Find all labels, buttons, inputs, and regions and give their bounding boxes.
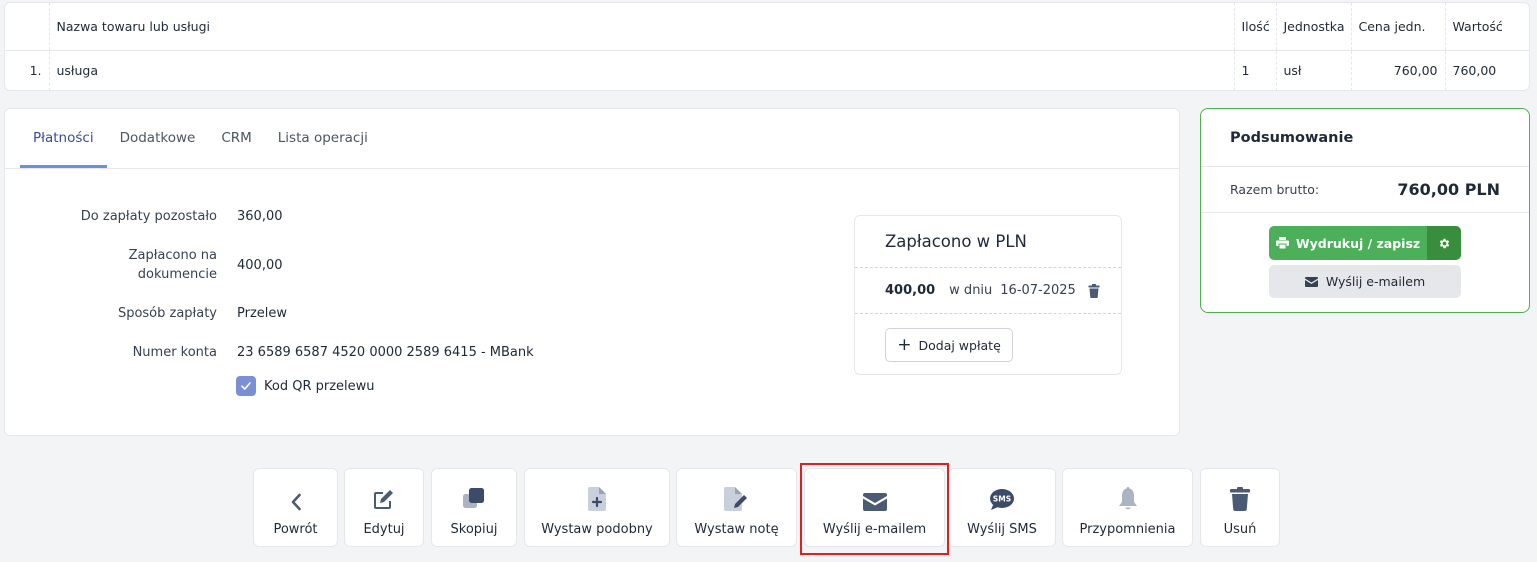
cell-unit: usł xyxy=(1276,50,1352,90)
copy-label: Skopiuj xyxy=(450,522,498,537)
print-save-label: Wydrukuj / zapisz xyxy=(1295,235,1421,251)
cell-value: 760,00 xyxy=(1452,63,1497,79)
add-payment-button[interactable]: + Dodaj wpłatę xyxy=(885,328,1013,362)
paid-card-title: Zapłacono w PLN xyxy=(855,216,1121,268)
method-label: Sposób zapłaty xyxy=(117,306,217,321)
col-header-unit: Jednostka xyxy=(1276,3,1352,51)
send-sms-button[interactable]: SMS Wyślij SMS xyxy=(948,468,1056,547)
tab-additional[interactable]: Dodatkowe xyxy=(107,109,209,168)
qr-label: Kod QR przelewu xyxy=(264,378,375,394)
print-save-button[interactable]: Wydrukuj / zapisz xyxy=(1269,226,1427,260)
gross-total-row: Razem brutto: 760,00 PLN xyxy=(1201,167,1529,213)
envelope-icon xyxy=(1304,276,1318,287)
remaining-value: 360,00 xyxy=(237,209,283,224)
reminders-label: Przypomnienia xyxy=(1079,522,1176,537)
method-row: Sposób zapłaty Przelew xyxy=(5,304,605,323)
file-edit-icon xyxy=(723,469,750,511)
account-row: Numer konta 23 6589 6587 4520 0000 2589 … xyxy=(5,343,605,362)
printer-icon xyxy=(1275,237,1289,249)
col-header-price: Cena jedn. xyxy=(1351,3,1446,51)
payment-date: 16-07-2025 xyxy=(1000,283,1076,298)
payment-entry: 400,00 w dniu 16-07-2025 xyxy=(855,268,1121,314)
cell-price: 760,00 xyxy=(1351,50,1446,90)
cell-qty: 1 xyxy=(1234,50,1277,90)
col-header-qty: Ilość xyxy=(1234,3,1277,51)
paid-in-pln-card: Zapłacono w PLN 400,00 w dniu 16-07-2025… xyxy=(854,215,1122,375)
method-value: Przelew xyxy=(237,306,288,321)
issue-similar-label: Wystaw podobny xyxy=(541,522,653,537)
account-label: Numer konta xyxy=(132,345,217,360)
paid-label: Zapłacono na dokumencie xyxy=(128,248,217,282)
table-row[interactable]: 1. usługa 1 usł 760,00 760,00 xyxy=(5,50,1529,90)
tab-bar: Płatności Dodatkowe CRM Lista operacji xyxy=(5,109,1179,169)
delete-button[interactable]: Usuń xyxy=(1200,468,1280,547)
file-plus-icon xyxy=(588,469,606,511)
account-value: 23 6589 6587 4520 0000 2589 6415 - MBank xyxy=(237,345,534,360)
tab-payments[interactable]: Płatności xyxy=(20,109,107,168)
reminders-button[interactable]: Przypomnienia xyxy=(1062,468,1193,547)
trash-icon xyxy=(1230,469,1250,511)
payment-on-day: w dniu xyxy=(949,283,993,298)
items-table-card: Nazwa towaru lub usługi Ilość Jednostka … xyxy=(4,2,1530,91)
tab-crm[interactable]: CRM xyxy=(208,109,264,168)
col-header-lp xyxy=(5,3,50,51)
items-table-header: Nazwa towaru lub usługi Ilość Jednostka … xyxy=(5,3,1529,51)
payment-amount: 400,00 xyxy=(885,283,936,298)
sms-icon: SMS xyxy=(990,469,1014,511)
summary-email-label: Wyślij e-mailem xyxy=(1325,274,1426,289)
gross-value: 760,00 PLN xyxy=(1397,180,1500,199)
col-header-name: Nazwa towaru lub usługi xyxy=(49,3,1235,51)
payments-card: Płatności Dodatkowe CRM Lista operacji D… xyxy=(4,108,1180,436)
items-table: Nazwa towaru lub usługi Ilość Jednostka … xyxy=(5,3,1529,90)
edit-button[interactable]: Edytuj xyxy=(344,468,424,547)
edit-label: Edytuj xyxy=(363,522,405,537)
print-button-group: Wydrukuj / zapisz xyxy=(1269,226,1461,260)
copy-icon xyxy=(462,469,486,511)
remaining-row: Do zapłaty pozostało 360,00 xyxy=(5,207,605,226)
edit-icon xyxy=(372,469,396,511)
gross-label: Razem brutto: xyxy=(1230,182,1320,197)
paid-row: Zapłacono na dokumencie 400,00 xyxy=(5,246,605,284)
cell-name: usługa xyxy=(49,50,1235,90)
qr-checkbox-row[interactable]: Kod QR przelewu xyxy=(236,376,375,396)
issue-note-label: Wystaw notę xyxy=(694,522,779,537)
copy-button[interactable]: Skopiuj xyxy=(431,468,517,547)
qr-checkbox[interactable] xyxy=(236,376,256,396)
summary-title: Podsumowanie xyxy=(1201,109,1529,167)
remaining-label: Do zapłaty pozostało xyxy=(80,209,217,224)
back-label: Powrót xyxy=(273,522,318,537)
issue-note-button[interactable]: Wystaw notę xyxy=(676,468,797,547)
summary-email-button[interactable]: Wyślij e-mailem xyxy=(1269,265,1461,298)
tab-operations-list[interactable]: Lista operacji xyxy=(265,109,381,168)
envelope-icon xyxy=(862,469,887,511)
chevron-left-icon xyxy=(290,469,302,511)
send-sms-label: Wyślij SMS xyxy=(967,522,1037,537)
check-icon xyxy=(241,382,251,390)
back-button[interactable]: Powrót xyxy=(253,468,338,547)
gear-icon xyxy=(1439,238,1449,248)
add-payment-label: Dodaj wpłatę xyxy=(918,337,1001,353)
svg-text:SMS: SMS xyxy=(993,495,1011,504)
col-header-value: Wartość xyxy=(1445,3,1529,51)
print-settings-button[interactable] xyxy=(1427,226,1461,260)
send-email-label: Wyślij e-mailem xyxy=(822,522,927,537)
summary-card: Podsumowanie Razem brutto: 760,00 PLN Wy… xyxy=(1200,108,1530,313)
delete-label: Usuń xyxy=(1223,522,1257,537)
send-email-button[interactable]: Wyślij e-mailem xyxy=(804,468,945,547)
plus-icon: + xyxy=(897,334,912,355)
paid-value: 400,00 xyxy=(237,257,283,273)
issue-similar-button[interactable]: Wystaw podobny xyxy=(524,468,670,547)
trash-icon[interactable] xyxy=(1088,283,1100,298)
cell-lp: 1. xyxy=(5,50,50,90)
bell-icon xyxy=(1117,469,1139,511)
